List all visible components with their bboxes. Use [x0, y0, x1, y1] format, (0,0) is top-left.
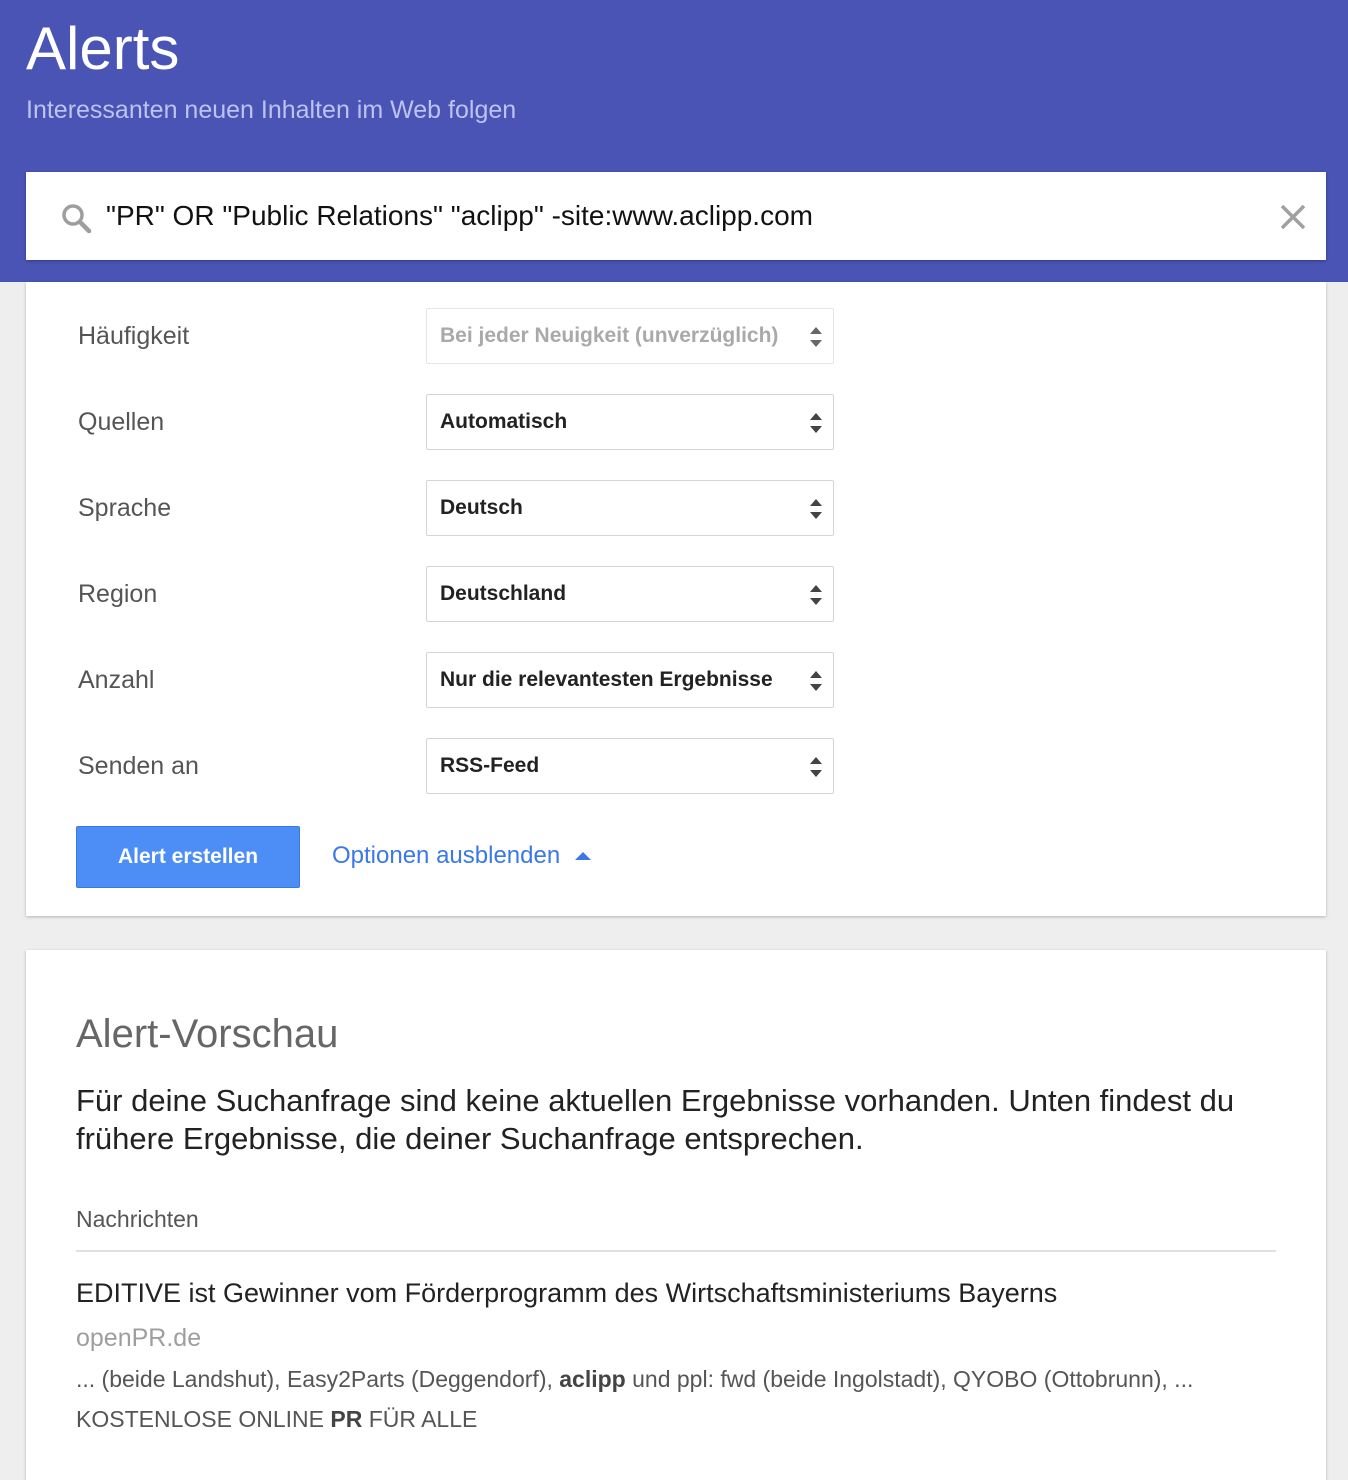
tagline-text: KOSTENLOSE ONLINE: [76, 1406, 331, 1432]
option-row-frequency: Häufigkeit Bei jeder Neuigkeit (unverzüg…: [26, 308, 1326, 366]
search-input[interactable]: [106, 194, 1256, 238]
option-row-region: Region Deutschland: [26, 566, 1326, 624]
count-select[interactable]: Nur die relevantesten Ergebnisse: [426, 652, 834, 708]
tagline-text: FÜR ALLE: [362, 1406, 478, 1432]
result-source: openPR.de: [76, 1324, 202, 1352]
alert-preview-panel: Alert-Vorschau Für deine Suchanfrage sin…: [26, 950, 1326, 1480]
select-arrows-icon: [810, 327, 822, 347]
select-arrows-icon: [810, 499, 822, 519]
sources-value: Automatisch: [440, 410, 568, 433]
create-alert-button[interactable]: Alert erstellen: [76, 826, 300, 888]
option-row-count: Anzahl Nur die relevantesten Ergebnisse: [26, 652, 1326, 710]
count-value: Nur die relevantesten Ergebnisse: [440, 668, 773, 691]
option-row-sources: Quellen Automatisch: [26, 394, 1326, 452]
preview-message: Für deine Suchanfrage sind keine aktuell…: [76, 1083, 1235, 1156]
region-label: Region: [78, 580, 158, 608]
result-snippet: ... (beide Landshut), Easy2Parts (Deggen…: [76, 1366, 1193, 1393]
section-label-news: Nachrichten: [76, 1206, 199, 1232]
frequency-value: Bei jeder Neuigkeit (unverzüglich): [440, 324, 779, 347]
select-arrows-icon: [810, 413, 822, 433]
close-icon[interactable]: [1278, 202, 1308, 232]
page-subtitle: Interessanten neuen Inhalten im Web folg…: [26, 96, 517, 124]
count-label: Anzahl: [78, 666, 155, 694]
page-title: Alerts: [26, 15, 180, 82]
option-row-language: Sprache Deutsch: [26, 480, 1326, 538]
snippet-highlight: aclipp: [559, 1366, 626, 1392]
deliver-to-label: Senden an: [78, 752, 199, 780]
language-value: Deutsch: [440, 496, 523, 519]
snippet-text: ... (beide Landshut), Easy2Parts (Deggen…: [76, 1366, 560, 1392]
result-title-link[interactable]: EDITIVE ist Gewinner vom Förderprogramm …: [76, 1278, 1057, 1309]
select-arrows-icon: [810, 585, 822, 605]
search-bar: [26, 172, 1326, 260]
region-select[interactable]: Deutschland: [426, 566, 834, 622]
option-row-deliver-to: Senden an RSS-Feed: [26, 738, 1326, 796]
select-arrows-icon: [810, 757, 822, 777]
frequency-label: Häufigkeit: [78, 322, 190, 350]
search-icon: [62, 204, 92, 234]
language-select[interactable]: Deutsch: [426, 480, 834, 536]
caret-up-icon[interactable]: [574, 850, 592, 862]
preview-title: Alert-Vorschau: [76, 1012, 339, 1056]
language-label: Sprache: [78, 494, 172, 522]
deliver-to-select[interactable]: RSS-Feed: [426, 738, 834, 794]
select-arrows-icon: [810, 671, 822, 691]
sources-select[interactable]: Automatisch: [426, 394, 834, 450]
deliver-to-value: RSS-Feed: [440, 754, 540, 777]
snippet-text: und ppl: fwd (beide Ingolstadt), QYOBO (…: [625, 1366, 1194, 1392]
frequency-select: Bei jeder Neuigkeit (unverzüglich): [426, 308, 834, 364]
sources-label: Quellen: [78, 408, 165, 436]
alert-options-panel: Häufigkeit Bei jeder Neuigkeit (unverzüg…: [26, 282, 1326, 916]
tagline-highlight: PR: [330, 1406, 363, 1432]
app-header: Alerts Interessanten neuen Inhalten im W…: [0, 0, 1348, 282]
hide-options-link[interactable]: Optionen ausblenden: [332, 842, 560, 870]
divider: [76, 1250, 1276, 1252]
region-value: Deutschland: [440, 582, 567, 605]
result-tagline: KOSTENLOSE ONLINE PR FÜR ALLE: [76, 1406, 477, 1433]
